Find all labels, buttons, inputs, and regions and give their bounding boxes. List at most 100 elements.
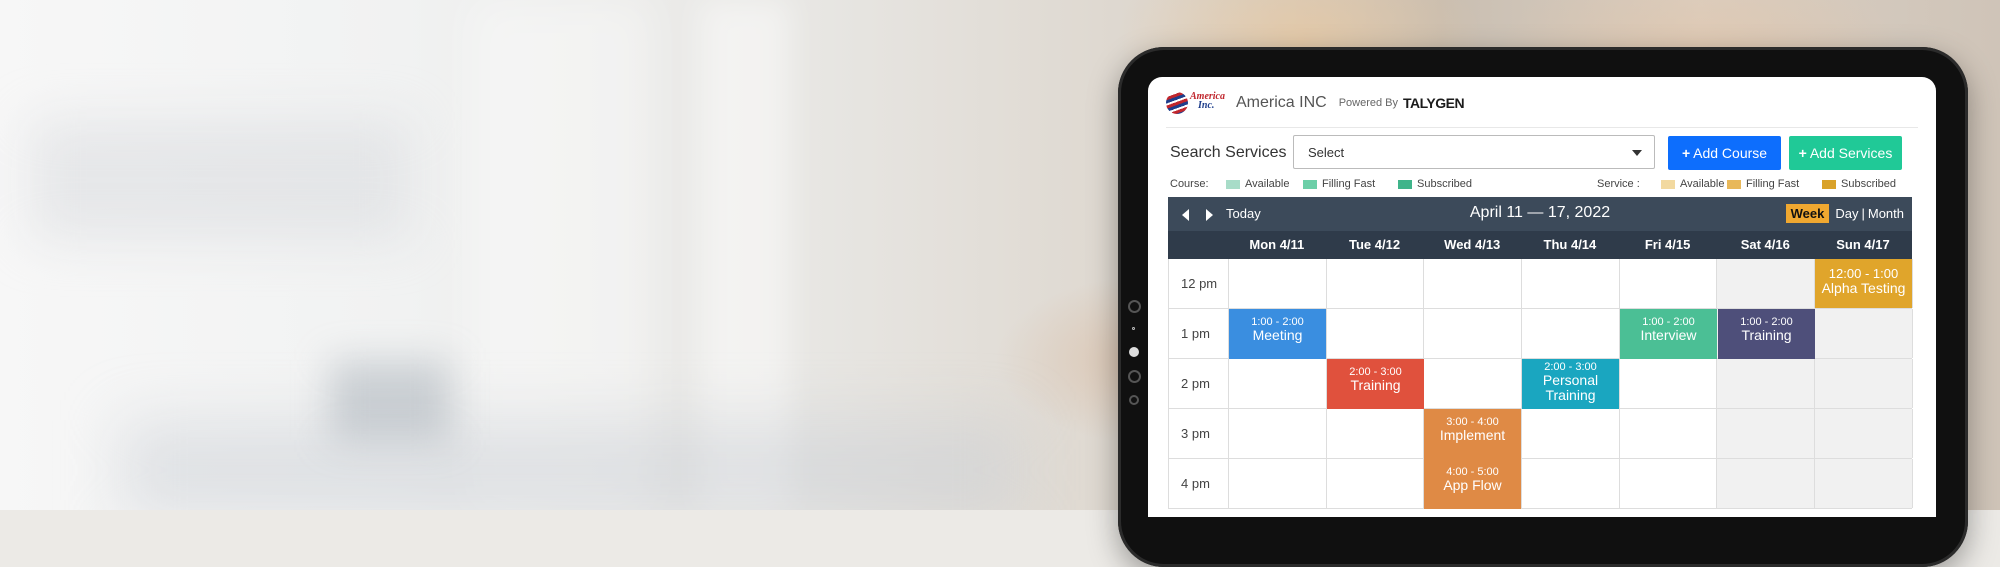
- week-view-button[interactable]: Week: [1785, 204, 1830, 223]
- event-title: Personal Training: [1542, 372, 1599, 403]
- tablet-camera-icon: [1128, 300, 1141, 313]
- time-slot[interactable]: [1327, 409, 1425, 458]
- time-label: 2 pm: [1169, 359, 1229, 408]
- app-header: America Inc. America INC Powered By TALY…: [1166, 89, 1918, 117]
- event-title: App Flow: [1443, 477, 1502, 493]
- time-label: 4 pm: [1169, 459, 1229, 508]
- time-slot[interactable]: [1620, 259, 1718, 308]
- time-slot[interactable]: [1522, 309, 1620, 358]
- day-view-button[interactable]: Day: [1835, 206, 1858, 221]
- time-row: 4 pm: [1169, 459, 1913, 509]
- header-divider: [1166, 127, 1918, 128]
- time-slot[interactable]: [1717, 459, 1816, 508]
- search-services-label: Search Services: [1170, 144, 1287, 161]
- event-title: Interview: [1640, 327, 1697, 343]
- time-slot[interactable]: [1229, 359, 1327, 408]
- legend-swatch: [1226, 179, 1240, 189]
- time-slot[interactable]: [1815, 459, 1913, 508]
- chevron-down-icon: [1632, 150, 1642, 156]
- week-calendar: Today April 11 — 17, 2022 Week Day | Mon…: [1168, 197, 1913, 509]
- services-select[interactable]: Select: [1293, 135, 1655, 169]
- time-slot[interactable]: [1717, 359, 1816, 408]
- time-slot[interactable]: [1522, 259, 1620, 308]
- event-training-sat[interactable]: 1:00 - 2:00 Training: [1718, 309, 1815, 359]
- time-slot[interactable]: [1229, 459, 1327, 508]
- logo-text-bottom: Inc.: [1198, 100, 1215, 111]
- time-slot[interactable]: [1522, 459, 1620, 508]
- add-course-button[interactable]: + Add Course: [1668, 136, 1781, 170]
- day-header-fri: Fri 4/15: [1644, 237, 1691, 252]
- legend-swatch: [1661, 179, 1675, 189]
- time-slot[interactable]: [1522, 409, 1620, 458]
- calendar-day-header: Mon 4/11 Tue 4/12 Wed 4/13 Thu 4/14 Fri …: [1168, 231, 1912, 259]
- event-title: Training: [1350, 377, 1401, 393]
- day-header-mon: Mon 4/11: [1249, 237, 1305, 252]
- time-row: 12 pm: [1169, 259, 1913, 309]
- time-row: 3 pm: [1169, 409, 1913, 459]
- tablet-button-icon: [1128, 370, 1141, 383]
- add-course-label: Add Course: [1693, 145, 1768, 161]
- add-services-button[interactable]: + Add Services: [1789, 136, 1902, 170]
- services-select-value: Select: [1308, 145, 1345, 160]
- event-training-tue[interactable]: 2:00 - 3:00 Training: [1327, 359, 1424, 409]
- add-services-label: Add Services: [1809, 145, 1893, 161]
- talygen-brand: TALYGEN: [1403, 95, 1465, 111]
- time-header-blank: [1168, 231, 1228, 259]
- day-header-thu: Thu 4/14: [1543, 237, 1597, 252]
- service-legend-available: Available: [1661, 178, 1724, 190]
- company-logo: America Inc.: [1166, 89, 1225, 117]
- tablet-mic-icon: [1129, 395, 1139, 405]
- time-slot[interactable]: [1424, 359, 1523, 408]
- event-implement[interactable]: 3:00 - 4:00 Implement: [1424, 409, 1521, 459]
- event-title: Meeting: [1252, 327, 1303, 343]
- plus-icon: +: [1798, 145, 1807, 161]
- legend-swatch: [1303, 179, 1317, 189]
- time-slot[interactable]: [1327, 459, 1425, 508]
- search-row: Search Services Select + Add Course + Add …: [1170, 135, 1912, 171]
- time-slot[interactable]: [1620, 459, 1718, 508]
- event-title: Training: [1741, 327, 1792, 343]
- time-label: 3 pm: [1169, 409, 1229, 458]
- course-legend-subscribed: Subscribed: [1398, 178, 1472, 190]
- time-slot[interactable]: [1327, 309, 1425, 358]
- tablet-home-icon: [1129, 347, 1139, 357]
- view-separator: |: [1861, 206, 1865, 221]
- course-legend-label: Course:: [1170, 178, 1209, 190]
- event-title: Implement: [1439, 427, 1506, 443]
- time-slot[interactable]: [1620, 409, 1718, 458]
- globe-icon: [1166, 92, 1188, 114]
- powered-by-label: Powered By: [1338, 97, 1398, 109]
- day-header-wed: Wed 4/13: [1444, 237, 1501, 252]
- time-slot[interactable]: [1424, 259, 1523, 308]
- event-alpha-testing[interactable]: 12:00 - 1:00 Alpha Testing: [1815, 259, 1912, 308]
- event-time: 12:00 - 1:00: [1828, 266, 1899, 281]
- company-name: America INC: [1236, 94, 1327, 111]
- month-view-button[interactable]: Month: [1868, 206, 1904, 221]
- time-slot[interactable]: [1717, 259, 1816, 308]
- tablet-sensor-icon: [1132, 327, 1135, 330]
- event-title: Alpha Testing: [1821, 280, 1906, 296]
- course-legend-filling-fast: Filling Fast: [1303, 178, 1375, 190]
- service-legend-filling-fast: Filling Fast: [1727, 178, 1799, 190]
- event-interview[interactable]: 1:00 - 2:00 Interview: [1620, 309, 1717, 359]
- time-slot[interactable]: [1620, 359, 1718, 408]
- time-slot[interactable]: [1229, 259, 1327, 308]
- view-switcher: Week Day | Month: [1785, 204, 1912, 223]
- event-app-flow[interactable]: 4:00 - 5:00 App Flow: [1424, 459, 1521, 509]
- time-label: 1 pm: [1169, 309, 1229, 358]
- time-slot[interactable]: [1815, 409, 1913, 458]
- time-slot[interactable]: [1327, 259, 1425, 308]
- event-meeting[interactable]: 1:00 - 2:00 Meeting: [1229, 309, 1326, 359]
- legend: Course: Available Filling Fast Subscribe…: [1170, 178, 1912, 192]
- time-slot[interactable]: [1717, 409, 1816, 458]
- plus-icon: +: [1681, 145, 1691, 161]
- day-header-sun: Sun 4/17: [1836, 237, 1890, 252]
- legend-swatch: [1822, 179, 1836, 189]
- tablet-screen: America Inc. America INC Powered By TALY…: [1148, 77, 1936, 517]
- time-slot[interactable]: [1229, 409, 1327, 458]
- legend-swatch: [1727, 179, 1741, 189]
- time-slot[interactable]: [1424, 309, 1523, 358]
- time-slot[interactable]: [1815, 359, 1913, 408]
- time-slot[interactable]: [1815, 309, 1913, 358]
- event-personal-training[interactable]: 2:00 - 3:00 Personal Training: [1522, 359, 1619, 409]
